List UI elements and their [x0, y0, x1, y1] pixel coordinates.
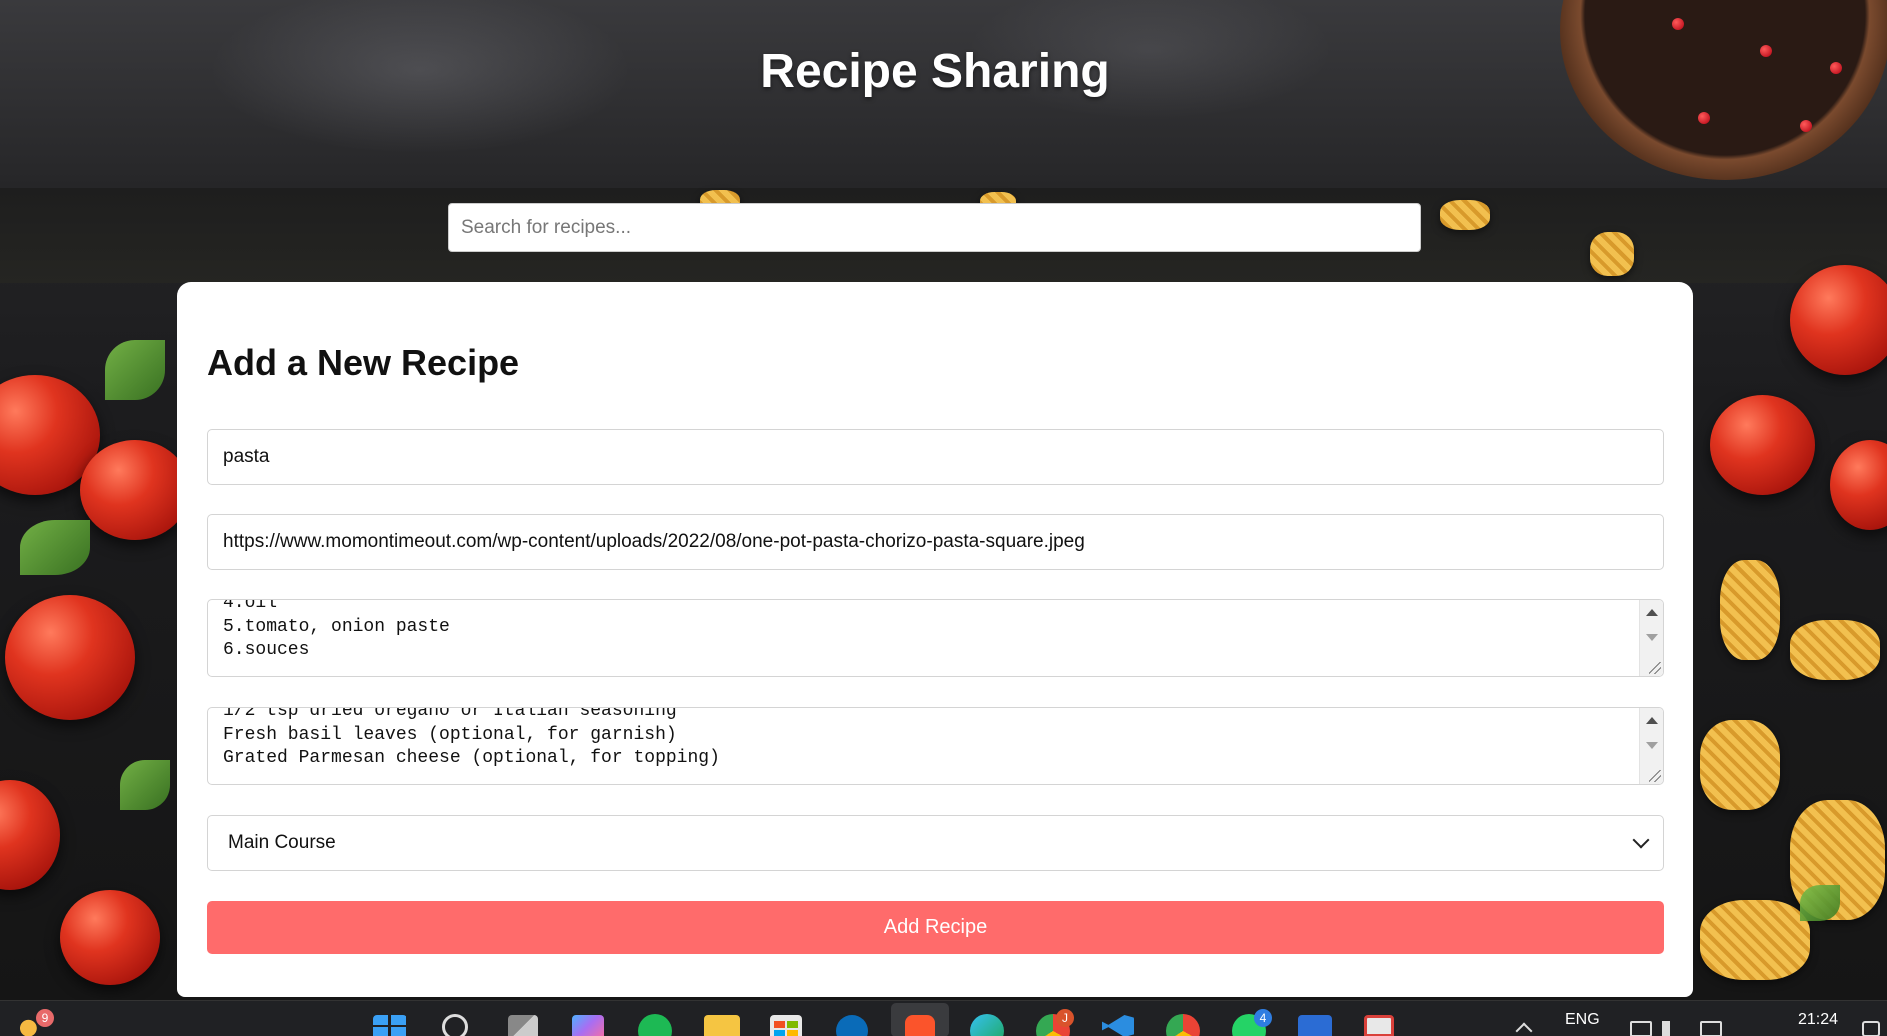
site-title: Recipe Sharing: [760, 45, 1110, 98]
vscode-icon[interactable]: [1102, 1015, 1134, 1036]
taskbar: 9 J 4 ENG 21:24: [0, 1000, 1887, 1036]
recipe-name-input[interactable]: pasta: [207, 429, 1664, 485]
textarea-line: Fresh basil leaves (optional, for garnis…: [223, 724, 677, 745]
recipe-steps-textarea[interactable]: 4.oil 5.tomato, onion paste 6.souces: [207, 599, 1664, 677]
edge-icon[interactable]: [970, 1014, 1004, 1036]
textarea-line: Grated Parmesan cheese (optional, for to…: [223, 748, 720, 768]
snipping-tool-icon[interactable]: [1364, 1015, 1394, 1036]
copilot-icon[interactable]: [572, 1015, 604, 1036]
tomato-decoration: [1830, 440, 1887, 530]
scroll-down-arrow-icon[interactable]: [1646, 634, 1658, 641]
recipe-image-url-input[interactable]: https://www.momontimeout.com/wp-content/…: [207, 514, 1664, 570]
microsoft-store-icon[interactable]: [770, 1015, 802, 1036]
chrome-profile-badge: J: [1056, 1009, 1074, 1027]
search-icon[interactable]: [442, 1014, 468, 1036]
scroll-down-arrow-icon[interactable]: [1646, 742, 1658, 749]
pasta-decoration: [1590, 232, 1634, 276]
scroll-up-arrow-icon[interactable]: [1646, 717, 1658, 724]
task-view-icon[interactable]: [508, 1015, 538, 1036]
notification-icon[interactable]: [1862, 1021, 1880, 1036]
pasta-decoration: [1700, 720, 1780, 810]
textarea-line: 5.tomato, onion paste: [223, 616, 450, 637]
tomato-decoration: [1790, 265, 1887, 375]
weather-badge: 9: [36, 1009, 54, 1027]
chevron-down-icon: [1632, 831, 1650, 849]
scroll-up-arrow-icon[interactable]: [1646, 609, 1658, 616]
pasta-decoration: [1790, 620, 1880, 680]
battery-icon[interactable]: [1700, 1021, 1722, 1036]
spotify-icon[interactable]: [638, 1014, 672, 1036]
whatsapp-badge: 4: [1254, 1009, 1272, 1027]
basil-leaf-decoration: [105, 340, 165, 400]
textarea-scrollbar[interactable]: [1639, 708, 1663, 784]
recipe-image-url-value: https://www.momontimeout.com/wp-content/…: [223, 531, 1085, 552]
peppercorn-decoration: [1698, 112, 1710, 124]
brave-browser-icon[interactable]: [905, 1015, 935, 1036]
textarea-scrollbar[interactable]: [1639, 600, 1663, 676]
pasta-decoration: [1720, 560, 1780, 660]
add-recipe-button[interactable]: Add Recipe: [207, 901, 1664, 954]
category-selected-value: Main Course: [228, 832, 336, 853]
resize-grip-icon[interactable]: [1649, 770, 1661, 782]
basil-leaf-decoration: [120, 760, 170, 810]
tomato-decoration: [5, 595, 135, 720]
language-indicator[interactable]: ENG: [1565, 1011, 1600, 1029]
clock-time[interactable]: 21:24: [1798, 1011, 1838, 1029]
network-icon[interactable]: [1630, 1021, 1652, 1036]
category-select[interactable]: Main Course: [207, 815, 1664, 871]
textarea-line: 1/2 tsp dried oregano or Italian seasoni…: [223, 707, 677, 721]
tomato-decoration: [80, 440, 190, 540]
search-input[interactable]: [448, 203, 1421, 252]
recipe-ingredients-textarea[interactable]: 1/2 tsp dried oregano or Italian seasoni…: [207, 707, 1664, 785]
tomato-decoration: [60, 890, 160, 985]
chevron-up-icon[interactable]: [1515, 1022, 1533, 1036]
file-explorer-icon[interactable]: [704, 1015, 740, 1036]
pasta-decoration: [1700, 900, 1810, 980]
pasta-decoration: [1440, 200, 1490, 230]
recipe-name-value: pasta: [223, 446, 270, 467]
tomato-decoration: [1710, 395, 1815, 495]
dell-icon[interactable]: [836, 1015, 868, 1036]
basil-leaf-decoration: [1800, 885, 1840, 921]
chrome-profile-icon[interactable]: [1166, 1014, 1200, 1036]
windows-start-icon[interactable]: [373, 1015, 407, 1036]
textarea-line: 4.oil: [223, 599, 278, 613]
peppercorn-decoration: [1800, 120, 1812, 132]
word-icon[interactable]: [1298, 1015, 1332, 1036]
add-recipe-form: Add a New Recipe pasta https://www.momon…: [177, 282, 1693, 997]
form-heading: Add a New Recipe: [207, 342, 520, 383]
volume-icon[interactable]: [1662, 1021, 1684, 1036]
basil-leaf-decoration: [20, 520, 90, 575]
peppercorn-decoration: [1672, 18, 1684, 30]
textarea-line: 6.souces: [223, 640, 310, 660]
tomato-decoration: [0, 780, 60, 890]
resize-grip-icon[interactable]: [1649, 662, 1661, 674]
